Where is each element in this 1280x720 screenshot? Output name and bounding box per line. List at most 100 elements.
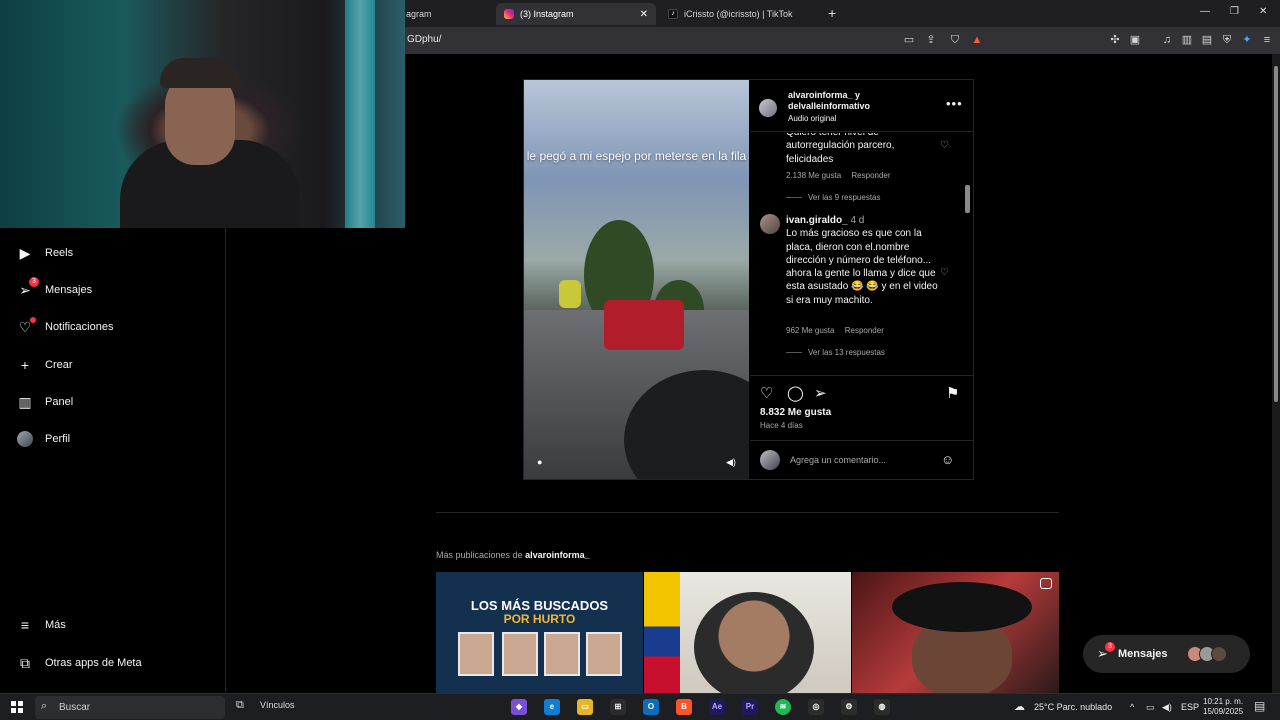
cast-icon[interactable]: ▭ bbox=[902, 33, 916, 47]
clock[interactable]: 10:21 p. m. 15/09/2025 bbox=[1203, 697, 1243, 717]
file-explorer-icon[interactable]: ▭ bbox=[577, 699, 593, 715]
post-age: Hace 4 días bbox=[760, 421, 803, 430]
user-tag-icon[interactable]: ● bbox=[537, 457, 542, 467]
url-text[interactable]: GDphu/ bbox=[407, 34, 441, 45]
tiktok-favicon-icon: ♪ bbox=[668, 9, 678, 19]
weather-text[interactable]: 25°C Parc. nublado bbox=[1034, 702, 1112, 712]
language-indicator[interactable]: ESP bbox=[1181, 702, 1199, 712]
screenshot-icon[interactable]: ▣ bbox=[1128, 33, 1142, 47]
author-avatar[interactable] bbox=[759, 99, 777, 117]
post-thumbnail[interactable] bbox=[644, 572, 851, 693]
sidebar-item-reels[interactable]: ▶ Reels bbox=[17, 244, 74, 261]
view-replies-button[interactable]: Ver las 13 respuestas bbox=[786, 348, 885, 357]
view-replies-label: Ver las 13 respuestas bbox=[808, 348, 885, 357]
task-view-icon[interactable]: ⧉ bbox=[236, 699, 244, 712]
audio-label[interactable]: Audio original bbox=[788, 114, 836, 123]
sidebar-item-dashboard[interactable]: ▥ Panel bbox=[17, 394, 73, 410]
sidebar-item-notifications[interactable]: ♡ Notificaciones bbox=[17, 317, 113, 335]
like-icon[interactable]: ♡ bbox=[760, 384, 773, 402]
commenter-username[interactable]: ivan.giraldo_ bbox=[786, 215, 848, 226]
like-count[interactable]: 8.832 Me gusta bbox=[760, 407, 831, 418]
new-tab-button[interactable]: + bbox=[828, 5, 836, 21]
share-icon[interactable]: ➢ bbox=[814, 384, 827, 402]
tab-tiktok[interactable]: ♪ iCrissto (@icrissto) | TikTok bbox=[660, 3, 820, 25]
tab-instagram-prev[interactable]: agram bbox=[398, 3, 488, 25]
search-icon: ⌕ bbox=[41, 700, 48, 712]
copilot-icon[interactable]: ◆ bbox=[511, 699, 527, 715]
notification-center-icon[interactable]: ▤ bbox=[1254, 699, 1265, 713]
sidebar-item-meta-apps[interactable]: ⧉ Otras apps de Meta bbox=[17, 655, 142, 671]
tab-instagram[interactable]: (3) Instagram ✕ bbox=[496, 3, 656, 25]
extensions-icon[interactable]: ✣ bbox=[1108, 33, 1122, 47]
post-video[interactable]: le pegó a mi espejo por meterse en la fi… bbox=[524, 80, 749, 479]
motorcycle bbox=[559, 280, 581, 308]
comment-likes[interactable]: 2.138 Me gusta bbox=[786, 171, 841, 180]
vpn-icon[interactable]: ⛨ bbox=[1220, 33, 1234, 47]
comments-scroll-thumb[interactable] bbox=[965, 185, 970, 213]
comment-icon[interactable]: ◯ bbox=[787, 384, 804, 402]
sidebar-item-messages[interactable]: ➢ 3 Mensajes bbox=[17, 277, 92, 298]
volume-icon[interactable]: ◀) bbox=[726, 457, 736, 468]
edge-icon[interactable]: e bbox=[544, 699, 560, 715]
minimize-icon[interactable]: — bbox=[1200, 6, 1210, 17]
assistant-icon[interactable]: ✦ bbox=[1240, 33, 1254, 47]
settings-icon[interactable]: ⚙ bbox=[841, 699, 857, 715]
emoji-icon[interactable]: ☺ bbox=[941, 452, 954, 467]
network-icon[interactable]: ▭ bbox=[1146, 702, 1155, 713]
brave-shield-icon[interactable]: ⛉ bbox=[948, 33, 962, 47]
view-replies-button[interactable]: Ver las 9 respuestas bbox=[786, 193, 880, 202]
post-thumbnail[interactable]: LOS MÁS BUSCADOS POR HURTO bbox=[436, 572, 643, 693]
links-toolbar[interactable]: Vínculos bbox=[260, 700, 295, 710]
more-posts-prefix: Más publicaciones de bbox=[436, 550, 523, 560]
spotify-icon[interactable]: ≋ bbox=[775, 699, 791, 715]
weather-icon[interactable]: ☁ bbox=[1014, 700, 1025, 713]
reply-button[interactable]: Responder bbox=[851, 171, 890, 180]
view-replies-label: Ver las 9 respuestas bbox=[808, 193, 881, 202]
brave-icon[interactable]: B bbox=[676, 699, 692, 715]
windows-start-icon[interactable] bbox=[11, 701, 23, 713]
comment-likes[interactable]: 962 Me gusta bbox=[786, 326, 834, 335]
post-header: alvaroinforma_ y delvalleinformativo Aud… bbox=[750, 80, 973, 132]
comment-age: 4 d bbox=[850, 215, 865, 226]
comment-like-icon[interactable]: ♡ bbox=[940, 140, 949, 151]
comment-like-icon[interactable]: ♡ bbox=[940, 267, 949, 278]
chevron-up-icon[interactable]: ^ bbox=[1130, 702, 1134, 712]
avatar bbox=[1211, 646, 1227, 662]
more-posts-account[interactable]: alvaroinforma_ bbox=[525, 550, 590, 560]
chart-icon: ▥ bbox=[18, 393, 32, 410]
premiere-icon[interactable]: Pr bbox=[742, 699, 758, 715]
page-scroll-thumb[interactable] bbox=[1274, 66, 1278, 402]
instagram-sidebar: ▶ Reels ➢ 3 Mensajes ♡ Notificaciones + C… bbox=[0, 228, 226, 693]
wallet-icon[interactable]: ▤ bbox=[1200, 33, 1214, 47]
comments-scrollbar[interactable] bbox=[963, 133, 971, 374]
sidebar-toggle-icon[interactable]: ▥ bbox=[1180, 33, 1194, 47]
colombia-flag bbox=[644, 572, 680, 693]
sidebar-item-more[interactable]: ≡ Más bbox=[17, 617, 66, 633]
menu-icon[interactable]: ≡ bbox=[1260, 33, 1274, 47]
commenter-avatar[interactable] bbox=[760, 214, 780, 234]
maximize-icon[interactable]: ❐ bbox=[1230, 6, 1239, 17]
reels-icon: ▶ bbox=[19, 244, 31, 261]
post-thumbnail[interactable] bbox=[852, 572, 1059, 693]
messages-pill[interactable]: ➢ 3 Mensajes bbox=[1083, 635, 1250, 673]
close-tab-icon[interactable]: ✕ bbox=[640, 9, 648, 20]
sidebar-item-create[interactable]: + Crear bbox=[17, 357, 73, 373]
app-icon[interactable]: ◍ bbox=[874, 699, 890, 715]
after-effects-icon[interactable]: Ae bbox=[709, 699, 725, 715]
save-icon[interactable]: ⚑ bbox=[946, 384, 959, 402]
sidebar-item-profile[interactable]: Perfil bbox=[17, 431, 70, 447]
more-options-icon[interactable]: ••• bbox=[946, 96, 963, 111]
volume-icon[interactable]: ◀) bbox=[1162, 702, 1172, 713]
music-icon[interactable]: ♫ bbox=[1160, 33, 1174, 47]
author-name[interactable]: alvaroinforma_ y delvalleinformativo bbox=[788, 90, 870, 112]
share-icon[interactable]: ⇪ bbox=[924, 33, 938, 47]
comment-input[interactable]: Agrega un comentario... bbox=[790, 455, 886, 465]
brave-rewards-icon[interactable]: ▲ bbox=[970, 33, 984, 47]
close-window-icon[interactable]: ✕ bbox=[1259, 6, 1267, 17]
sidebar-item-label: Crear bbox=[45, 359, 73, 371]
outlook-icon[interactable]: O bbox=[643, 699, 659, 715]
reply-button[interactable]: Responder bbox=[845, 326, 884, 335]
obs-icon[interactable]: ◎ bbox=[808, 699, 824, 715]
taskbar-search[interactable]: ⌕ Buscar bbox=[35, 696, 225, 719]
store-icon[interactable]: ⊞ bbox=[610, 699, 626, 715]
